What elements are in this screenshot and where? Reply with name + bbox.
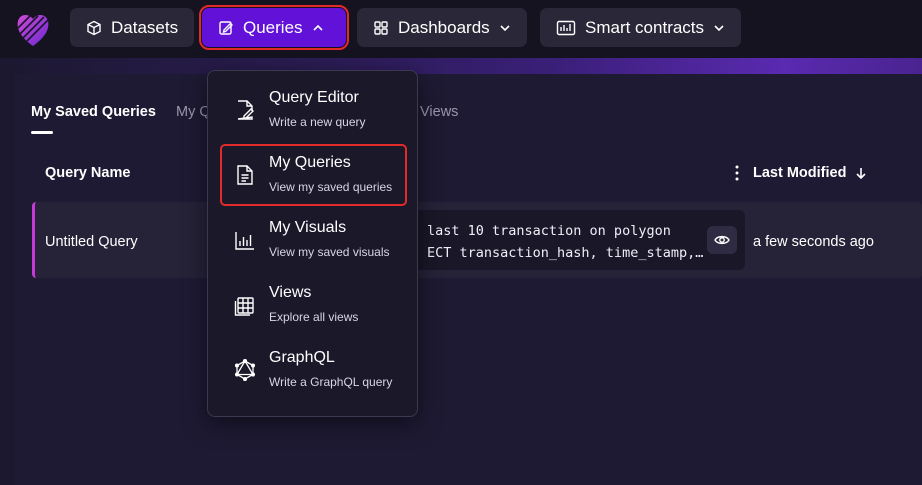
edit-document-icon: [237, 100, 254, 120]
menu-item-title: My Queries: [269, 154, 351, 171]
menu-item-subtitle: Write a new query: [269, 115, 366, 129]
main-panel: [14, 74, 922, 485]
smart-contracts-nav-button[interactable]: Smart contracts: [540, 8, 742, 47]
column-header-query-name[interactable]: Query Name: [45, 165, 130, 181]
document-icon: [237, 165, 253, 185]
dashboards-label: Dashboards: [398, 17, 490, 37]
table-grid-icon: [234, 297, 254, 316]
chevron-down-icon: [714, 24, 724, 31]
graphql-icon: [234, 359, 256, 381]
arrow-down-icon: [856, 168, 867, 180]
menu-item-subtitle: Write a GraphQL query: [269, 375, 393, 389]
tab-views-partial[interactable]: Views: [420, 104, 458, 120]
query-name-cell[interactable]: Untitled Query: [45, 234, 138, 250]
grid-icon: [374, 20, 388, 35]
preview-button[interactable]: [707, 226, 737, 254]
code-line-2: ECT transaction_hash, time_stamp,…: [427, 245, 704, 261]
datasets-nav-button[interactable]: Datasets: [70, 8, 195, 47]
last-modified-cell: a few seconds ago: [753, 234, 874, 250]
queries-nav-button[interactable]: Queries: [199, 5, 349, 50]
active-tab-indicator: [31, 131, 53, 134]
eye-icon: [714, 235, 730, 245]
header-gradient-band: [0, 58, 922, 74]
logo-icon[interactable]: [14, 10, 52, 48]
menu-item-subtitle: View my saved visuals: [269, 245, 390, 259]
menu-item-graphql[interactable]: GraphQL Write a GraphQL query: [222, 341, 405, 399]
last-modified-label: Last Modified: [753, 165, 847, 181]
top-nav-bar: Datasets Queries Dashboards Smart contra…: [0, 0, 922, 58]
chevron-up-icon: [312, 24, 323, 31]
more-options-icon[interactable]: [733, 164, 741, 182]
smart-contracts-label: Smart contracts: [585, 17, 705, 37]
menu-item-title: Views: [269, 284, 312, 301]
tab-my-queries-partial[interactable]: My Q: [176, 104, 211, 120]
menu-item-my-queries[interactable]: My Queries View my saved queries: [220, 144, 407, 206]
cube-icon: [87, 20, 101, 35]
menu-item-views[interactable]: Views Explore all views: [222, 276, 405, 334]
menu-item-title: GraphQL: [269, 349, 335, 366]
bar-chart-icon: [235, 232, 254, 250]
menu-item-title: My Visuals: [269, 219, 347, 236]
column-header-last-modified[interactable]: Last Modified: [753, 165, 868, 181]
code-line-1: last 10 transaction on polygon: [427, 223, 671, 239]
menu-item-subtitle: Explore all views: [269, 310, 359, 324]
edit-icon: [219, 20, 233, 35]
menu-item-my-visuals[interactable]: My Visuals View my saved visuals: [222, 211, 405, 269]
menu-item-subtitle: View my saved queries: [269, 180, 393, 194]
query-code-preview: last 10 transaction on polygon ECT trans…: [395, 210, 745, 270]
dashboards-nav-button[interactable]: Dashboards: [357, 8, 527, 47]
menu-item-title: Query Editor: [269, 89, 359, 106]
datasets-label: Datasets: [111, 17, 179, 37]
queries-label: Queries: [243, 17, 303, 37]
chevron-down-icon: [500, 24, 510, 31]
contract-chart-icon: [556, 20, 576, 35]
menu-item-query-editor[interactable]: Query Editor Write a new query: [222, 81, 405, 139]
tab-my-saved-queries[interactable]: My Saved Queries: [31, 104, 156, 120]
queries-dropdown-menu: Query Editor Write a new query My Querie…: [207, 70, 418, 417]
